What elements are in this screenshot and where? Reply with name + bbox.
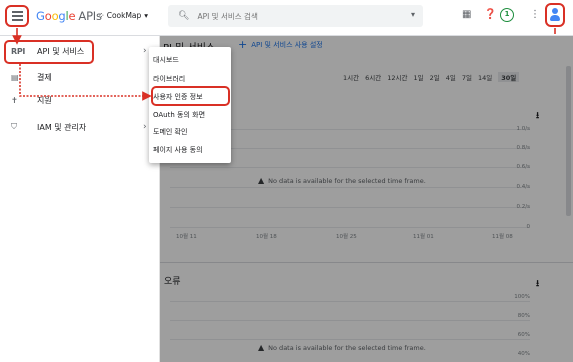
support-icon: ✝ xyxy=(11,95,18,105)
submenu-item-page-usage[interactable]: 페이지 사용 동의 xyxy=(153,145,203,155)
logo-letter: g xyxy=(58,9,66,23)
chevron-right-icon: › xyxy=(143,46,147,56)
shield-icon: ⛉ xyxy=(11,122,17,131)
sidebar-item-billing[interactable]: ▤ 결제 xyxy=(0,66,160,88)
project-selector[interactable]: ⁘ CookMap ▾ xyxy=(98,11,148,20)
search-bar[interactable]: 🔍︎ ▾ xyxy=(168,5,423,27)
more-vert-icon[interactable]: ⋮ xyxy=(530,9,540,20)
gift-icon[interactable]: ▦ xyxy=(462,9,471,20)
hamburger-menu-icon[interactable] xyxy=(5,5,29,27)
google-apis-logo[interactable]: Google APIs xyxy=(36,9,102,23)
chevron-down-icon[interactable]: ▾ xyxy=(411,10,415,19)
project-name: CookMap xyxy=(106,11,142,20)
sidebar-item-support[interactable]: ✝ 지원 xyxy=(0,89,160,111)
search-icon: 🔍︎ xyxy=(178,11,190,21)
sidebar-item-label: 지원 xyxy=(37,95,52,105)
submenu-item-library[interactable]: 라이브러리 xyxy=(153,74,185,84)
chevron-down-icon: ▾ xyxy=(144,11,149,20)
annotation-highlight-box xyxy=(4,40,94,64)
avatar[interactable] xyxy=(545,3,565,27)
annotation-highlight-box xyxy=(151,86,230,106)
side-navigation: RPI API 및 서비스 › ▤ 결제 ✝ 지원 ⛉ IAM 및 관리자 › xyxy=(0,36,160,362)
sidebar-item-iam-admin[interactable]: ⛉ IAM 및 관리자 › xyxy=(0,116,160,138)
submenu-item-oauth-consent[interactable]: OAuth 동의 화면 xyxy=(153,110,205,120)
search-input[interactable] xyxy=(197,11,378,21)
billing-icon: ▤ xyxy=(11,72,19,82)
notification-badge[interactable]: 1 xyxy=(500,8,514,22)
sidebar-item-label: 결제 xyxy=(37,72,52,82)
sidebar-item-label: IAM 및 관리자 xyxy=(37,122,87,132)
submenu-item-domain-verification[interactable]: 도메인 확인 xyxy=(153,127,187,137)
submenu-item-dashboard[interactable]: 대시보드 xyxy=(153,55,179,65)
chevron-right-icon: › xyxy=(143,122,147,132)
help-icon[interactable]: ❓ xyxy=(484,9,496,20)
project-icon: ⁘ xyxy=(98,11,105,20)
logo-letter: o xyxy=(44,9,52,23)
logo-letter: G xyxy=(36,9,45,23)
top-app-bar: GoogleAPIs ⁘ CookMap ▾ 🔍︎ ▾ ▦ ❓ 1 ⋮ xyxy=(0,0,573,36)
account-icon xyxy=(549,8,561,22)
logo-letter: e xyxy=(68,9,76,23)
